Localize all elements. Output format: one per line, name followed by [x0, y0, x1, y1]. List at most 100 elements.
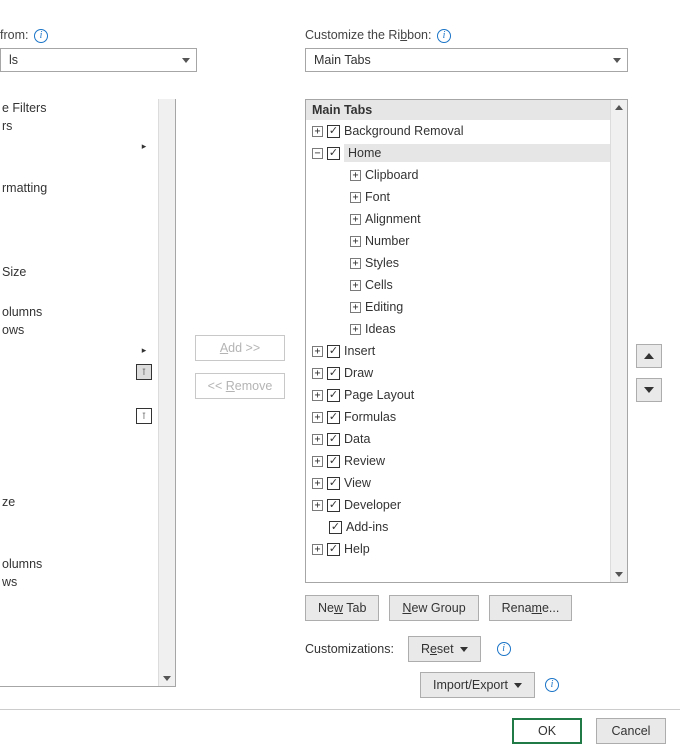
- expander-icon[interactable]: +: [312, 412, 323, 423]
- tree-tab-background-removal[interactable]: + Background Removal: [306, 120, 610, 142]
- tree-tab-formulas[interactable]: + Formulas: [306, 406, 610, 428]
- expander-icon[interactable]: +: [350, 170, 361, 181]
- chevron-down-icon: [613, 58, 621, 63]
- checkbox[interactable]: [327, 499, 340, 512]
- tree-group[interactable]: +Clipboard: [306, 164, 610, 186]
- expander-icon[interactable]: +: [312, 126, 323, 137]
- add-button: Add >>: [195, 335, 285, 361]
- customize-ribbon-combo[interactable]: Main Tabs: [305, 48, 628, 72]
- dialog-footer: OK Cancel: [0, 709, 680, 751]
- reset-button[interactable]: Reset: [408, 636, 481, 662]
- checkbox[interactable]: [327, 543, 340, 556]
- expander-icon[interactable]: +: [312, 434, 323, 445]
- expander-icon[interactable]: +: [312, 456, 323, 467]
- checkbox[interactable]: [327, 147, 340, 160]
- expander-icon[interactable]: +: [312, 368, 323, 379]
- info-icon[interactable]: i: [497, 642, 511, 656]
- tree-group[interactable]: + Editing: [306, 296, 610, 318]
- expander-icon[interactable]: +: [350, 214, 361, 225]
- expander-icon[interactable]: +: [350, 302, 361, 313]
- list-item[interactable]: e Filters: [0, 99, 175, 117]
- scroll-down-icon[interactable]: [615, 572, 623, 577]
- import-export-button[interactable]: Import/Export: [420, 672, 535, 698]
- checkbox[interactable]: [327, 411, 340, 424]
- list-item[interactable]: Size: [0, 263, 175, 281]
- tree-tab-page-layout[interactable]: +Page Layout: [306, 384, 610, 406]
- checkbox[interactable]: [327, 433, 340, 446]
- checkbox[interactable]: [329, 521, 342, 534]
- scrollbar[interactable]: [610, 100, 627, 582]
- list-item[interactable]: olumns: [0, 303, 175, 321]
- tree-tab-insert[interactable]: +Insert: [306, 340, 610, 362]
- expander-icon[interactable]: +: [312, 500, 323, 511]
- checkbox[interactable]: [327, 389, 340, 402]
- tree-tab-draw[interactable]: +Draw: [306, 362, 610, 384]
- choose-commands-from-value: ls: [9, 53, 18, 67]
- list-item[interactable]: rmatting: [0, 179, 175, 197]
- move-down-button[interactable]: [636, 378, 662, 402]
- cancel-button[interactable]: Cancel: [596, 718, 666, 744]
- commands-listbox[interactable]: e Filters rs ▸ rmatting Size olumns ows …: [0, 99, 176, 687]
- tree-tab-developer[interactable]: +Developer: [306, 494, 610, 516]
- list-item[interactable]: rs: [0, 117, 175, 135]
- info-icon[interactable]: i: [545, 678, 559, 692]
- checkbox[interactable]: [327, 477, 340, 490]
- customize-ribbon-label: Customize the Ribbon:: [305, 28, 431, 42]
- checkbox[interactable]: [327, 345, 340, 358]
- scroll-up-icon[interactable]: [615, 105, 623, 110]
- new-tab-button[interactable]: New Tab: [305, 595, 379, 621]
- tree-label: Add-ins: [346, 520, 388, 534]
- triangle-down-icon: [644, 387, 654, 393]
- list-item[interactable]: olumns: [0, 555, 175, 573]
- expander-icon[interactable]: +: [350, 236, 361, 247]
- checkbox[interactable]: [327, 367, 340, 380]
- tree-group[interactable]: +Cells: [306, 274, 610, 296]
- checkbox[interactable]: [327, 455, 340, 468]
- submenu-handle-icon[interactable]: ⊺: [136, 408, 152, 424]
- tree-group[interactable]: +Number: [306, 230, 610, 252]
- choose-commands-from-combo[interactable]: ls: [0, 48, 197, 72]
- submenu-handle-icon[interactable]: ▸: [136, 342, 152, 358]
- customize-ribbon-value: Main Tabs: [314, 53, 371, 67]
- tree-group[interactable]: +Ideas: [306, 318, 610, 340]
- expander-icon[interactable]: +: [312, 544, 323, 555]
- info-icon[interactable]: i: [437, 29, 451, 43]
- ribbon-tabs-tree[interactable]: Main Tabs + Background Removal − Home +C…: [305, 99, 628, 583]
- expander-icon[interactable]: +: [312, 346, 323, 357]
- expander-icon[interactable]: +: [350, 192, 361, 203]
- rename-button[interactable]: Rename...: [489, 595, 573, 621]
- move-up-button[interactable]: [636, 344, 662, 368]
- list-item[interactable]: ze: [0, 493, 175, 511]
- tree-tab-data[interactable]: +Data: [306, 428, 610, 450]
- tree-label: Alignment: [365, 212, 421, 226]
- ok-button[interactable]: OK: [512, 718, 582, 744]
- new-group-button[interactable]: New Group: [389, 595, 478, 621]
- checkbox[interactable]: [327, 125, 340, 138]
- tree-label: Formulas: [344, 410, 396, 424]
- tree-tab-add-ins[interactable]: Add-ins: [306, 516, 610, 538]
- expander-icon[interactable]: +: [312, 478, 323, 489]
- tree-tab-help[interactable]: + Help: [306, 538, 610, 560]
- submenu-handle-icon[interactable]: ▸: [136, 138, 152, 154]
- expander-icon[interactable]: +: [350, 258, 361, 269]
- expander-icon[interactable]: +: [350, 324, 361, 335]
- tree-tab-view[interactable]: + View: [306, 472, 610, 494]
- tree-group[interactable]: +Font: [306, 186, 610, 208]
- tree-tab-review[interactable]: +Review: [306, 450, 610, 472]
- submenu-handle-icon[interactable]: ⊺: [136, 364, 152, 380]
- expander-icon[interactable]: +: [350, 280, 361, 291]
- tree-group[interactable]: +Styles: [306, 252, 610, 274]
- tree-label: Editing: [365, 300, 403, 314]
- expander-icon[interactable]: −: [312, 148, 323, 159]
- tree-tab-home[interactable]: − Home: [306, 142, 610, 164]
- expander-icon[interactable]: +: [312, 390, 323, 401]
- tree-label: Home: [344, 144, 610, 162]
- list-item[interactable]: ows: [0, 321, 175, 339]
- tree-group[interactable]: + Alignment: [306, 208, 610, 230]
- scroll-down-icon[interactable]: [163, 676, 171, 681]
- tree-label: Help: [344, 542, 370, 556]
- info-icon[interactable]: i: [34, 29, 48, 43]
- tree-label: View: [344, 476, 371, 490]
- list-item[interactable]: ws: [0, 573, 175, 591]
- scrollbar[interactable]: [158, 99, 175, 686]
